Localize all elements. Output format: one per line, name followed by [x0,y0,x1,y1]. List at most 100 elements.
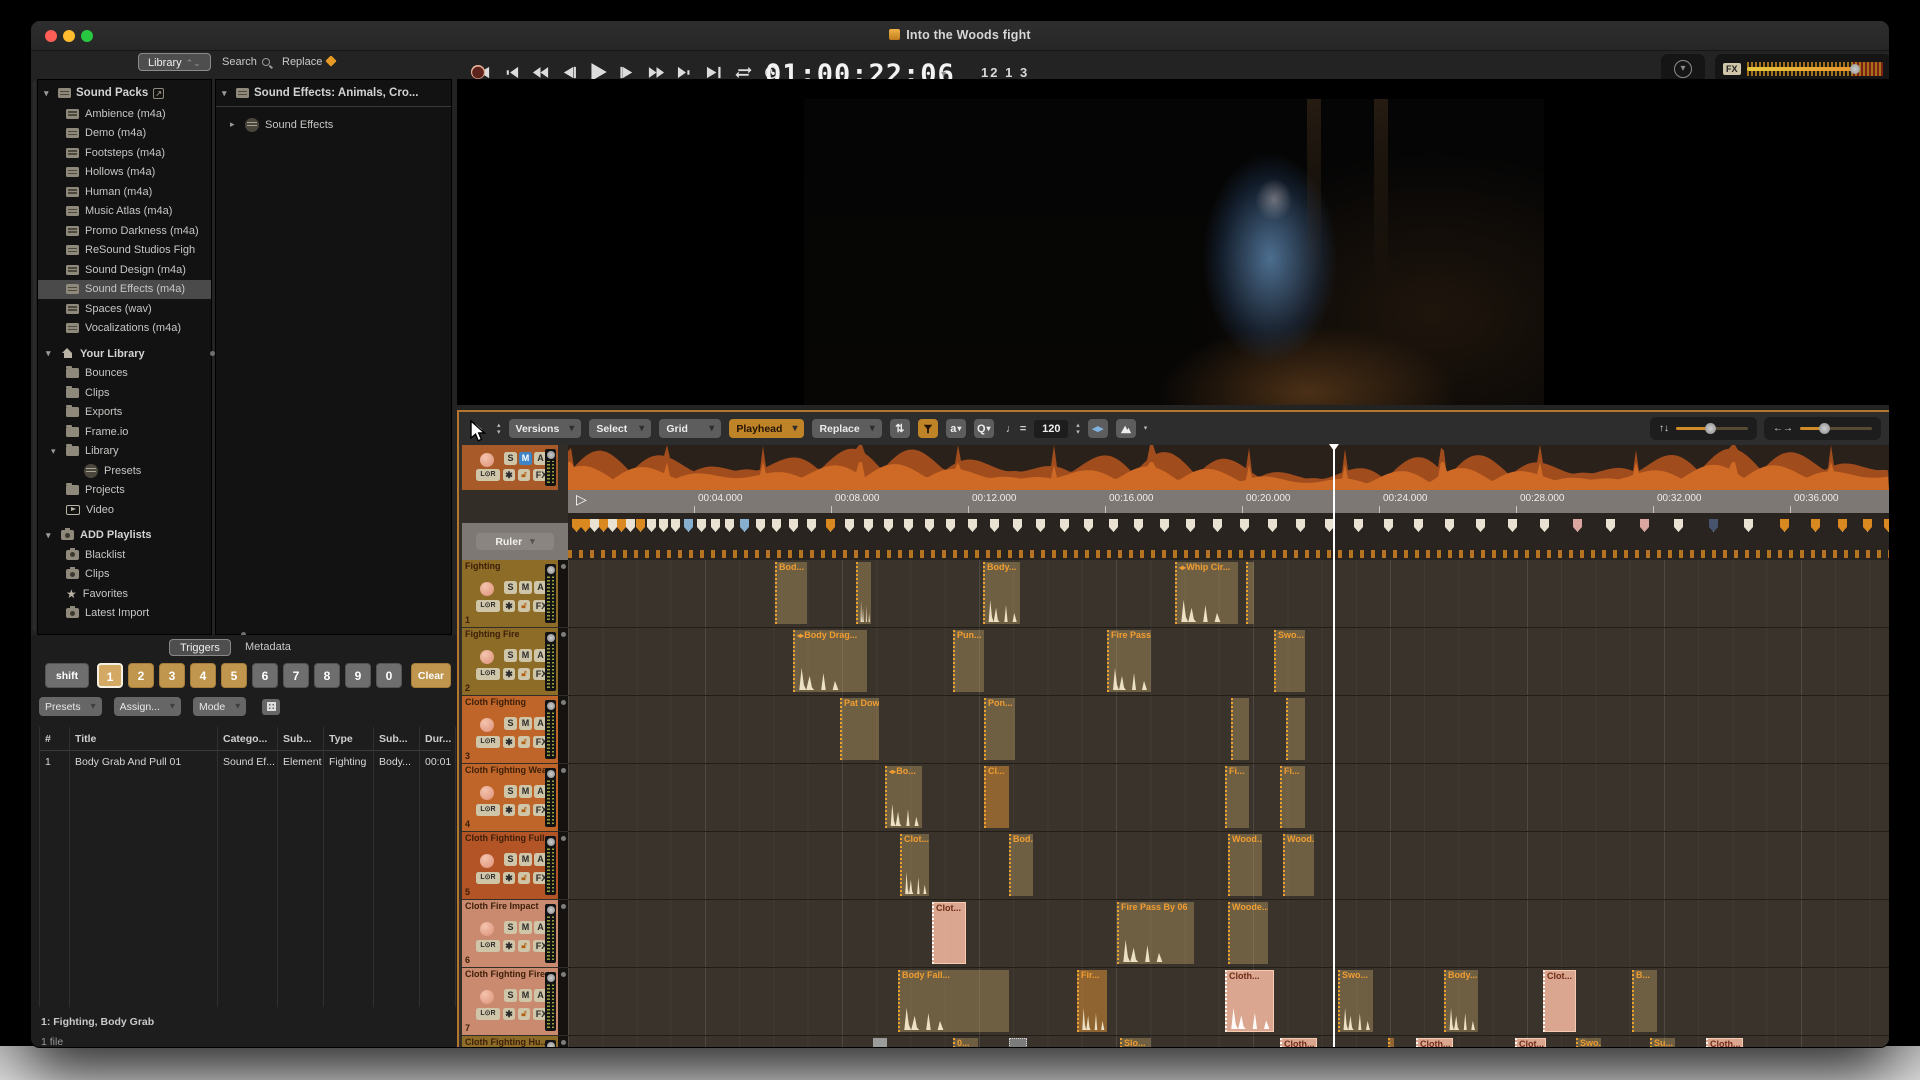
trigger-key-6[interactable]: 6 [252,663,278,688]
clip-swo[interactable]: Swo... [1338,970,1373,1032]
marker-flag[interactable] [671,519,680,532]
freeze-icon[interactable]: ✱ [503,469,515,481]
solo-button[interactable]: S [504,649,517,662]
solo-button[interactable]: S [504,452,517,465]
trigger-key-4[interactable]: 4 [190,663,216,688]
record-arm-button[interactable] [480,650,494,664]
lock-icon[interactable]: 🔓︎ [518,736,530,748]
marker-flag[interactable] [647,519,656,532]
your-library-header[interactable]: ▾Your Library [38,344,211,364]
tab-library[interactable]: Library⌃⌄ [138,53,211,71]
clip-clot[interactable]: Clot... [1543,970,1576,1032]
lock-icon[interactable]: 🔓︎ [518,872,530,884]
sidebar-item-hollows-m4a[interactable]: Hollows (m4a) [38,163,211,183]
marker-flag[interactable] [756,519,765,532]
column-header-catego[interactable]: Catego... [217,733,277,745]
presets-dropdown[interactable]: Presets [39,697,102,716]
sidebar-item-clips[interactable]: Clips [38,383,211,403]
fx-badge[interactable]: FX [1723,63,1741,75]
clip-bod[interactable]: Bod... [775,562,807,624]
trigger-key-0[interactable]: 0 [376,663,402,688]
clip-cloth[interactable]: Cloth... [1225,970,1274,1032]
clip-body-drag[interactable]: ◂▸ Body Drag... [793,630,867,692]
clip-item[interactable] [1286,698,1305,760]
sidebar-item-promo-darkness-m4a[interactable]: Promo Darkness (m4a) [38,221,211,241]
tempo-value[interactable]: 120 [1034,420,1068,438]
freeze-icon[interactable]: ✱ [503,872,515,884]
freeze-icon[interactable]: ✱ [503,668,515,680]
pan-control[interactable]: L⊙R [476,1008,500,1020]
pan-control[interactable]: L⊙R [476,736,500,748]
quantize-button[interactable]: Q▾ [974,419,994,438]
record-arm-button[interactable] [480,582,494,596]
track-lane[interactable]: ◂▸ Bo...Cl...Fi...Fi... [568,764,1889,832]
marker-flag[interactable] [864,519,873,532]
record-button[interactable] [471,65,485,79]
column-header-dur[interactable]: Dur... [419,733,451,745]
marker-flag[interactable] [608,519,617,532]
clip-slo[interactable]: Slo... [1120,1038,1151,1048]
clip-woode[interactable]: Woode... [1228,902,1268,964]
meter-knob[interactable] [547,451,555,459]
lock-icon[interactable]: 🔓︎ [518,469,530,481]
trigger-key-1[interactable]: 1 [97,663,123,688]
clear-button[interactable]: Clear [411,663,451,688]
timeline-ruler[interactable]: 00:04.00000:08.00000:12.00000:16.00000:2… [568,490,1889,513]
meter-knob[interactable] [547,906,555,914]
chevron-down-icon[interactable]: ▾ [44,88,53,99]
markers-lane[interactable] [568,513,1889,560]
chevron-right-icon[interactable]: ▸ [230,119,239,130]
sidebar-item-projects[interactable]: Projects [38,481,211,501]
clip-su[interactable]: Su... [1650,1038,1675,1048]
marker-flag[interactable] [1674,519,1683,532]
add-playlists-header[interactable]: ▾ADD Playlists [38,526,211,546]
clip-bod[interactable]: Bod... [1009,834,1033,896]
marker-flag[interactable] [1863,519,1872,532]
marker-flag[interactable] [1186,519,1195,532]
marker-flag[interactable] [725,519,734,532]
marker-flag[interactable] [789,519,798,532]
mute-button[interactable]: M [519,649,532,662]
freeze-icon[interactable]: ✱ [503,804,515,816]
clip-b[interactable]: B... [1632,970,1657,1032]
marker-flag[interactable] [1213,519,1222,532]
clip-swo[interactable]: Swo... [1576,1038,1601,1048]
clip-item[interactable] [1231,698,1249,760]
output-level-slider[interactable] [1747,62,1883,76]
marker-flag[interactable] [990,519,999,532]
trigger-key-9[interactable]: 9 [345,663,371,688]
table-row[interactable]: 1Body Grab And Pull 01Sound Ef...Element… [39,751,451,773]
clip-fire-pass-b[interactable]: Fire Pass B... [1107,630,1151,692]
marker-flag[interactable] [772,519,781,532]
trigger-key-8[interactable]: 8 [314,663,340,688]
marker-flag[interactable] [1109,519,1118,532]
clip-body-fall[interactable]: Body Fall... [898,970,1009,1032]
marker-flag[interactable] [599,519,608,532]
pan-control[interactable]: L⊙R [476,600,500,612]
record-arm-button[interactable] [480,990,494,1004]
sidebar-item-latest-import[interactable]: Latest Import [38,604,211,624]
marker-flag[interactable] [1884,519,1890,532]
marker-flag[interactable] [1240,519,1249,532]
marker-flag[interactable] [697,519,706,532]
clip-cloth[interactable]: Cloth... [1706,1038,1743,1048]
clip-pat-dow[interactable]: Pat Dow... [840,698,879,760]
marker-flag[interactable] [925,519,934,532]
tab-metadata[interactable]: Metadata [235,639,301,656]
marker-flag[interactable] [1384,519,1393,532]
vertical-zoom-slider[interactable]: ↑↓ [1650,417,1757,440]
solo-button[interactable]: S [504,989,517,1002]
snap-funnel-button[interactable] [918,419,938,438]
marker-flag[interactable] [904,519,913,532]
solo-button[interactable]: S [504,717,517,730]
marker-flag[interactable] [1013,519,1022,532]
sidebar-item-footsteps-m4a[interactable]: Footsteps (m4a) [38,143,211,163]
freeze-icon[interactable]: ✱ [503,736,515,748]
mode-dropdown[interactable]: Mode [193,697,246,716]
sidebar-item-exports[interactable]: Exports [38,403,211,423]
auto-fade-button[interactable]: a▾ [946,419,966,438]
clip-cloth[interactable]: Cloth... [1280,1038,1317,1048]
ruler-dropdown[interactable]: Ruler [476,533,554,550]
external-link-icon[interactable]: ↗ [153,88,164,99]
marker-flag[interactable] [1134,519,1143,532]
